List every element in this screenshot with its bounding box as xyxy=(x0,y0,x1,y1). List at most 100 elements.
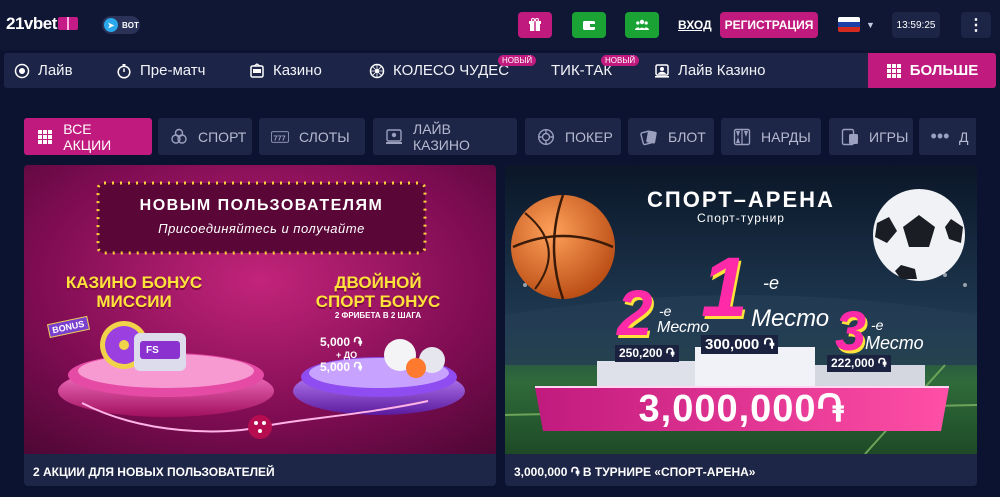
place-1-suffix: -е xyxy=(763,273,780,293)
place-2-suffix: -е xyxy=(659,303,672,319)
telegram-icon: ➤ xyxy=(104,18,118,32)
tab-label: ПОКЕР xyxy=(565,128,613,145)
nav-label-prematch: Пре-матч xyxy=(140,62,206,79)
casino-title-line2: МИССИИ xyxy=(96,292,172,311)
promo-card-new-users[interactable]: НОВЫМ ПОЛЬЗОВАТЕЛЯМ Присоединяйтесь и по… xyxy=(24,165,496,486)
kebab-icon: ⋮ xyxy=(968,17,984,34)
casino-icon xyxy=(249,62,265,79)
arena-title: СПОРТ–АРЕНА xyxy=(647,187,835,212)
nav-item-live-casino[interactable]: Лайв Казино xyxy=(654,53,766,88)
tab-backgammon[interactable]: НАРДЫ xyxy=(721,118,821,155)
group-button[interactable] xyxy=(625,12,659,38)
wheel-icon xyxy=(369,63,385,79)
place-1-number: 1 xyxy=(701,240,748,334)
logo-text: 21vbet xyxy=(6,14,57,33)
tab-games[interactable]: ИГРЫ xyxy=(829,118,913,155)
sport-amount-2: 5,000 ֏ xyxy=(320,360,363,374)
place-3-number: 3 xyxy=(835,299,867,362)
tab-blot[interactable]: БЛОТ xyxy=(628,118,714,155)
arena-subtitle: Спорт-турнир xyxy=(697,211,785,225)
balls-icon xyxy=(170,128,188,146)
place-1-word: Место xyxy=(751,305,830,332)
promo-caption: 3,000,000 ֏ В ТУРНИРЕ «СПОРТ-АРЕНА» xyxy=(514,465,756,479)
sport-upto: + ДО xyxy=(336,350,358,360)
tab-more[interactable]: ••• Д xyxy=(919,118,976,155)
ru-flag-icon xyxy=(838,17,860,32)
promo-caption: 2 АКЦИИ ДЛЯ НОВЫХ ПОЛЬЗОВАТЕЛЕЙ xyxy=(33,465,275,479)
group-icon xyxy=(635,19,649,30)
nav-label-wheel: КОЛЕСО ЧУДЕС xyxy=(393,62,510,79)
tab-slots[interactable]: 777 СЛОТЫ xyxy=(259,118,365,155)
header: 21vbet ➤ BOT ВХОД РЕГИСТРАЦИЯ ▼ 13:59:25… xyxy=(0,0,1000,50)
place-1-prize: 300,000 ֏ xyxy=(701,335,779,354)
live-casino-icon xyxy=(654,63,670,79)
nav-item-wheel[interactable]: КОЛЕСО ЧУДЕС xyxy=(369,53,509,88)
main-nav: Лайв Пре-матч Казино КОЛЕСО ЧУДЕС НОВЫЙ … xyxy=(4,53,996,88)
slots-icon: 777 xyxy=(271,128,289,146)
nav-label-live-casino: Лайв Казино xyxy=(678,62,766,79)
tab-label: НАРДЫ xyxy=(761,128,811,145)
wallet-icon xyxy=(583,21,595,30)
place-2-prize: 250,200 ֏ xyxy=(615,345,679,362)
logo-gift-icon xyxy=(57,17,78,30)
place-3-prize: 222,000 ֏ xyxy=(827,355,891,372)
nav-item-prematch[interactable]: Пре-матч xyxy=(116,53,205,88)
banner-title: НОВЫМ ПОЛЬЗОВАТЕЛЯМ xyxy=(139,197,384,214)
sport-bonus-title: ДВОЙНОЙ СПОРТ БОНУС xyxy=(292,273,464,311)
logo[interactable]: 21vbet xyxy=(6,14,78,34)
gift-icon xyxy=(529,18,541,31)
poker-chip-icon xyxy=(537,128,555,146)
sport-title-line2: СПОРТ БОНУС xyxy=(315,292,441,311)
tab-sport[interactable]: СПОРТ xyxy=(158,118,252,155)
sport-title-line1: ДВОЙНОЙ xyxy=(334,273,422,292)
backgammon-icon xyxy=(733,128,751,146)
new-badge: НОВЫЙ xyxy=(601,55,640,66)
casino-bonus-title: КАЗИНО БОНУС МИССИИ xyxy=(48,273,220,311)
place-3-word: Место xyxy=(865,333,924,353)
tab-all-promos[interactable]: ВСЕ АКЦИИ xyxy=(24,118,152,155)
register-button[interactable]: РЕГИСТРАЦИЯ xyxy=(720,12,818,38)
nav-item-casino[interactable]: Казино xyxy=(249,53,322,88)
tab-label: ВСЕ АКЦИИ xyxy=(63,120,112,153)
sport-amount-1: 5,000 ֏ xyxy=(320,335,363,349)
live-casino-icon xyxy=(385,128,403,146)
place-2-word: Место xyxy=(657,319,710,336)
language-selector[interactable]: ▼ xyxy=(838,17,875,32)
grid-icon xyxy=(36,128,53,146)
promo-card-sport-arena[interactable]: СПОРТ–АРЕНА Спорт-турнир 1 -е Место 300,… xyxy=(505,165,977,486)
telegram-bot-button[interactable]: ➤ BOT xyxy=(102,16,140,34)
kebab-menu-button[interactable]: ⋮ xyxy=(961,12,991,38)
nav-item-live[interactable]: Лайв xyxy=(14,53,73,88)
tab-label: ИГРЫ xyxy=(869,128,909,145)
bot-label: BOT xyxy=(122,20,139,30)
casino-title-line1: КАЗИНО БОНУС xyxy=(65,273,203,292)
games-icon xyxy=(841,128,859,146)
promo-filters: ВСЕ АКЦИИ СПОРТ 777 СЛОТЫ ЛАЙВ КАЗИНО ПО… xyxy=(24,118,976,155)
live-icon xyxy=(14,63,30,79)
chevron-down-icon: ▼ xyxy=(866,19,875,30)
new-badge: НОВЫЙ xyxy=(498,55,537,66)
tab-label: СЛОТЫ xyxy=(299,128,350,145)
banner-subtitle: Присоединяйтесь и получайте xyxy=(158,221,365,236)
nav-label-casino: Казино xyxy=(273,62,322,79)
tab-label: БЛОТ xyxy=(668,128,706,145)
gift-button[interactable] xyxy=(518,12,552,38)
place-3-suffix: -е xyxy=(871,317,884,333)
wallet-button[interactable] xyxy=(572,12,606,38)
tab-label: Д xyxy=(959,128,969,145)
sport-bonus-subtitle: 2 ФРИБЕТА В 2 ШАГА xyxy=(334,311,422,320)
fs-tag: FS xyxy=(146,345,159,356)
place-2-number: 2 xyxy=(617,277,653,349)
stopwatch-icon xyxy=(116,63,132,79)
login-link[interactable]: ВХОД xyxy=(678,18,712,32)
dots-icon: ••• xyxy=(930,126,950,146)
tab-live-casino[interactable]: ЛАЙВ КАЗИНО xyxy=(373,118,517,155)
svg-text:777: 777 xyxy=(273,133,285,142)
tab-poker[interactable]: ПОКЕР xyxy=(525,118,621,155)
grid-icon xyxy=(886,63,901,78)
tab-label: СПОРТ xyxy=(198,128,247,145)
more-label: БОЛЬШЕ xyxy=(909,62,979,79)
more-button[interactable]: БОЛЬШЕ xyxy=(868,53,996,88)
promo-image-sport-arena: СПОРТ–АРЕНА Спорт-турнир 1 -е Место 300,… xyxy=(505,165,977,454)
promo-image-new-users: НОВЫМ ПОЛЬЗОВАТЕЛЯМ Присоединяйтесь и по… xyxy=(24,165,496,454)
